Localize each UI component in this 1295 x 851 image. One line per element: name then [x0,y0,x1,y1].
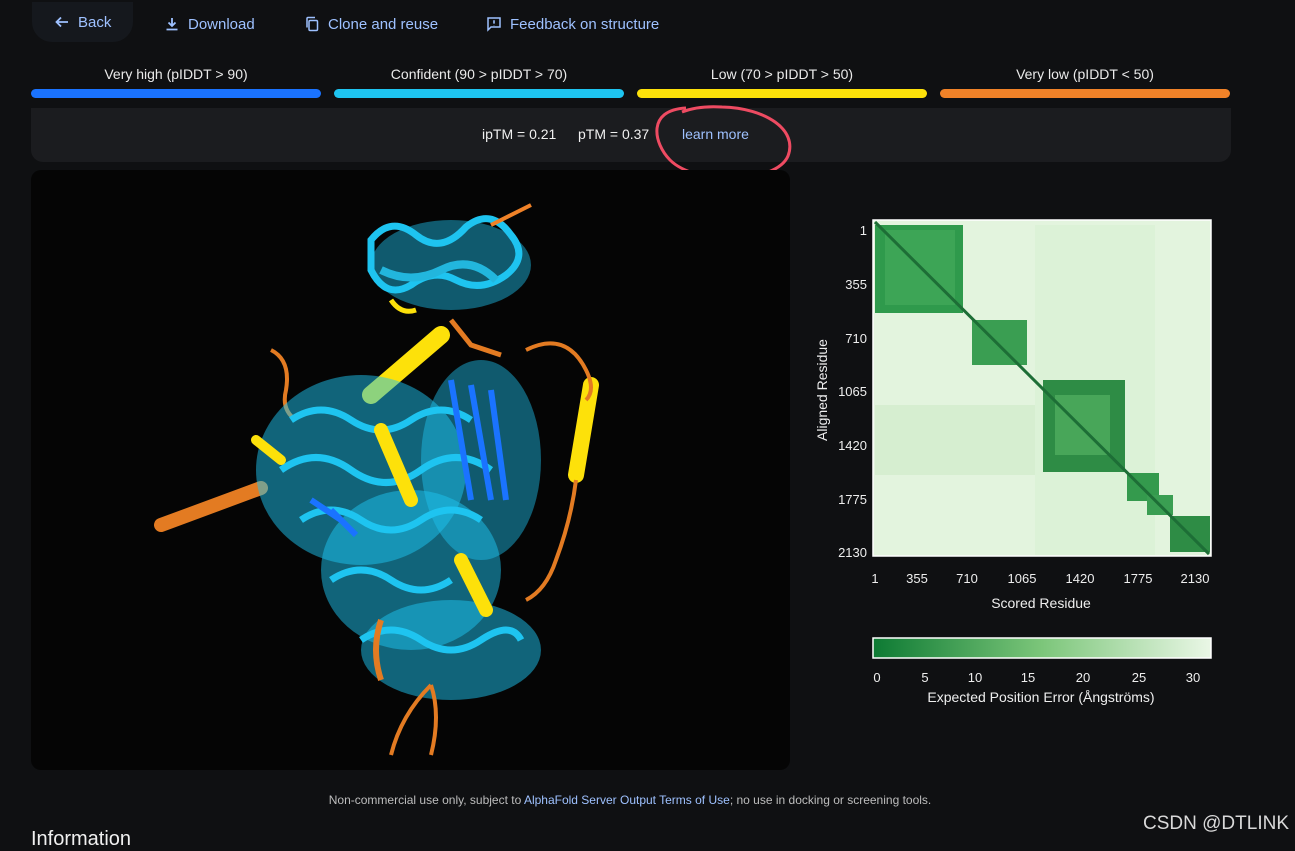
y-tick-label: 1 [860,223,867,238]
pae-plot: 1 355 710 1065 1420 1775 2130 1 355 710 … [805,200,1245,720]
x-tick-label: 355 [906,571,928,586]
y-tick-label: 710 [845,331,867,346]
y-tick-label: 1420 [838,438,867,453]
download-label: Download [188,15,255,33]
x-tick-label: 1065 [1008,571,1037,586]
legend-bar [637,89,927,98]
structure-viewer[interactable] [31,170,790,770]
y-tick-label: 1775 [838,492,867,507]
iptm-value: ipTM = 0.21 [482,126,557,142]
colorbar-tick-label: 30 [1186,670,1200,685]
legend-label: Low (70 > pIDDT > 50) [710,66,854,82]
clone-label: Clone and reuse [328,15,439,33]
legend-label: Very high (pIDDT > 90) [104,66,248,82]
legend-label: Confident (90 > pIDDT > 70) [390,66,568,82]
helix-orange [154,481,268,532]
colorbar-tick-label: 20 [1076,670,1090,685]
footer-prefix: Non-commercial use only, subject to [328,793,524,807]
colorbar-tick-label: 10 [968,670,982,685]
terms-link[interactable]: AlphaFold Server Output Terms of Use [524,793,730,807]
x-tick-label: 1775 [1124,571,1153,586]
x-tick-label: 1420 [1066,571,1095,586]
pae-x-axis-label: Scored Residue [991,595,1091,611]
feedback-icon [487,17,501,32]
legend-very-low: Very low (pIDDT < 50) [940,62,1230,98]
colorbar-tick-label: 15 [1021,670,1035,685]
legend-low: Low (70 > pIDDT > 50) [637,62,927,98]
toolbar: Back Download Clone and reuse Feedback o… [0,0,1295,48]
plddt-legend: Very high (pIDDT > 90) Confident (90 > p… [31,62,1231,102]
terms-footer: Non-commercial use only, subject to Alph… [0,793,1260,807]
pae-colorbar [872,637,1212,659]
back-button[interactable]: Back [32,2,134,42]
arrow-left-icon [55,16,68,28]
pae-heatmap [872,219,1212,557]
legend-label: Very low (pIDDT < 50) [1016,66,1154,82]
feedback-label: Feedback on structure [510,15,660,33]
ptm-value: pTM = 0.37 [578,126,650,142]
download-button[interactable]: Download [142,6,277,42]
y-tick-label: 1065 [838,384,867,399]
legend-very-high: Very high (pIDDT > 90) [31,62,321,98]
clone-and-reuse-button[interactable]: Clone and reuse [282,6,460,42]
pae-y-axis-label: Aligned Residue [814,339,830,441]
download-icon [166,18,178,31]
y-tick-label: 355 [845,277,867,292]
information-heading: Information [31,828,132,850]
pae-colorbar-ticks: 0 5 10 15 20 25 30 [873,670,1200,685]
legend-bar [334,89,624,98]
x-tick-label: 710 [956,571,978,586]
legend-confident: Confident (90 > pIDDT > 70) [334,62,624,98]
learn-more-link[interactable]: learn more [682,126,749,142]
colorbar-tick-label: 25 [1132,670,1146,685]
legend-bar [31,89,321,98]
copy-icon [306,16,319,32]
x-tick-label: 2130 [1181,571,1210,586]
watermark: CSDN @DTLINK [1143,813,1289,834]
x-tick-label: 1 [871,571,878,586]
protein-structure-render [154,203,599,756]
feedback-button[interactable]: Feedback on structure [464,6,681,42]
central-domain [251,360,541,756]
pae-colorbar-label: Expected Position Error (Ångströms) [927,689,1154,705]
y-tick-label: 2130 [838,545,867,560]
pae-chart: 1 355 710 1065 1420 1775 2130 1 355 710 … [814,219,1212,705]
legend-bar [940,89,1230,98]
pae-y-ticks: 1 355 710 1065 1420 1775 2130 [838,223,867,560]
metrics-bar: ipTM = 0.21 pTM = 0.37 learn more [31,108,1231,162]
top-domain [367,203,532,314]
back-label: Back [78,13,112,31]
footer-suffix: ; no use in docking or screening tools. [729,793,932,807]
colorbar-tick-label: 5 [921,670,928,685]
colorbar-tick-label: 0 [873,670,880,685]
pae-x-ticks: 1 355 710 1065 1420 1775 2130 [871,571,1209,586]
